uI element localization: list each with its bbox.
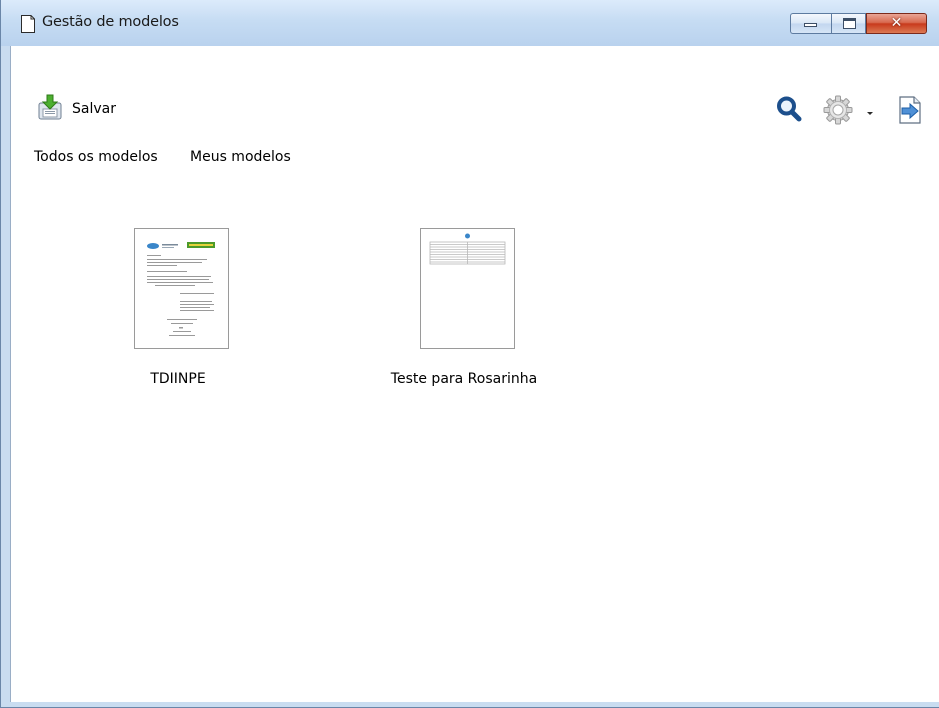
- tab-my-templates[interactable]: Meus modelos: [190, 149, 291, 165]
- save-icon: [38, 94, 62, 120]
- dropdown-arrow-icon: [867, 112, 873, 115]
- document-icon: [21, 15, 35, 33]
- maximize-icon: [843, 18, 856, 29]
- document-thumbnail-letter: [147, 242, 215, 336]
- close-button[interactable]: ✕: [866, 13, 927, 34]
- settings-dropdown-button[interactable]: [864, 104, 876, 116]
- template-thumbnail: [420, 228, 515, 349]
- gear-icon: [823, 95, 853, 125]
- search-button[interactable]: [776, 95, 802, 123]
- import-icon: [899, 96, 921, 124]
- title-bar[interactable]: Gestão de modelos ✕: [1, 0, 939, 46]
- save-label: Salvar: [72, 101, 116, 117]
- document-thumbnail-table: [429, 233, 506, 265]
- settings-button[interactable]: [823, 95, 853, 125]
- template-item[interactable]: TDIINPE: [88, 228, 268, 388]
- minimize-icon: [804, 23, 817, 27]
- tab-all-templates[interactable]: Todos os modelos: [34, 149, 158, 165]
- template-name: Teste para Rosarinha: [390, 371, 538, 387]
- template-manager-content: Salvar Todos os modelos Meus modelos TDI…: [10, 46, 939, 702]
- template-item[interactable]: Teste para Rosarinha: [374, 228, 554, 388]
- maximize-button[interactable]: [831, 13, 866, 34]
- search-icon: [777, 96, 802, 122]
- minimize-button[interactable]: [790, 13, 831, 34]
- import-button[interactable]: [896, 95, 924, 125]
- template-manager-window: Gestão de modelos ✕ Salvar Todos os mode…: [0, 0, 939, 708]
- close-icon: ✕: [890, 15, 903, 31]
- template-thumbnail: [134, 228, 229, 349]
- save-button[interactable]: Salvar: [38, 94, 148, 122]
- template-name: TDIINPE: [150, 371, 206, 387]
- window-title: Gestão de modelos: [42, 14, 179, 30]
